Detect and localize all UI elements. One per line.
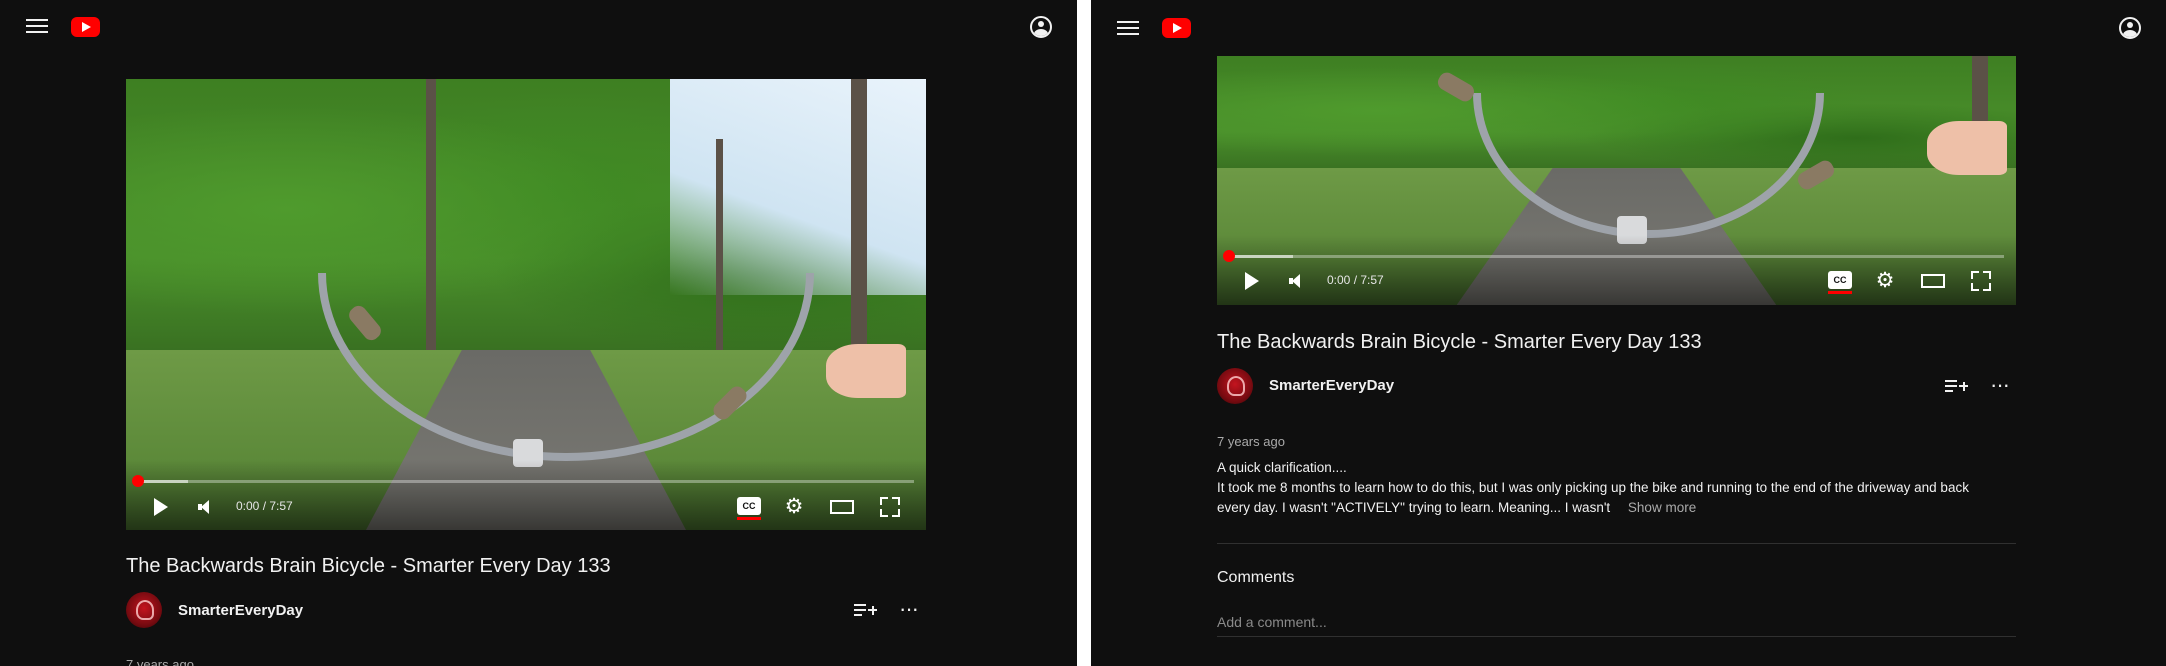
captions-active-indicator: [1828, 291, 1852, 294]
fullscreen-icon[interactable]: [1971, 271, 1991, 291]
hamburger-menu-icon[interactable]: [26, 17, 48, 35]
time-display: 0:00 / 7:57: [1327, 273, 1384, 287]
upload-date: 7 years ago: [126, 657, 194, 666]
video-title: The Backwards Brain Bicycle - Smarter Ev…: [126, 555, 611, 577]
hamburger-menu-icon[interactable]: [1117, 19, 1139, 37]
theater-mode-icon[interactable]: [830, 500, 854, 514]
avatar[interactable]: [126, 592, 162, 628]
gear-icon[interactable]: ⚙: [1875, 270, 1895, 291]
video-player[interactable]: 0:00 / 7:57 CC ⚙: [126, 79, 926, 530]
section-divider: [1217, 543, 2016, 544]
gear-icon[interactable]: ⚙: [784, 496, 804, 517]
buffered-bar: [1229, 255, 1293, 258]
left-window: 0:00 / 7:57 CC ⚙ The Backwards Brain Bic…: [0, 0, 1077, 666]
progress-bar[interactable]: [1229, 255, 2004, 258]
description-text: A quick clarification.... It took me 8 m…: [1217, 460, 1969, 515]
buffered-bar: [138, 480, 188, 483]
save-to-playlist-icon[interactable]: [1945, 378, 1968, 394]
controls-bar: [126, 460, 926, 530]
playhead[interactable]: [132, 475, 144, 487]
video-player[interactable]: 0:00 / 7:57 CC ⚙: [1217, 56, 2016, 305]
description-fade: [1610, 501, 1625, 516]
progress-bar[interactable]: [138, 480, 914, 483]
video-description: A quick clarification.... It took me 8 m…: [1217, 458, 2017, 518]
volume-icon[interactable]: [1289, 273, 1305, 289]
youtube-logo-icon[interactable]: [1162, 18, 1191, 38]
time-display: 0:00 / 7:57: [236, 499, 293, 513]
add-comment-input[interactable]: Add a comment...: [1217, 614, 2016, 637]
closed-captions-icon[interactable]: CC: [737, 497, 761, 515]
theater-mode-icon[interactable]: [1921, 274, 1945, 288]
fullscreen-icon[interactable]: [880, 497, 900, 517]
account-icon[interactable]: [2119, 17, 2141, 39]
volume-icon[interactable]: [198, 499, 214, 515]
closed-captions-icon[interactable]: CC: [1828, 271, 1852, 289]
video-title: The Backwards Brain Bicycle - Smarter Ev…: [1217, 331, 1702, 353]
channel-name[interactable]: SmarterEveryDay: [178, 602, 303, 619]
right-window: 0:00 / 7:57 CC ⚙ The Backwards Brain Bic…: [1091, 0, 2166, 666]
captions-active-indicator: [737, 517, 761, 520]
playhead[interactable]: [1223, 250, 1235, 262]
upload-date: 7 years ago: [1217, 434, 1285, 449]
play-icon[interactable]: [1245, 272, 1259, 290]
account-icon[interactable]: [1030, 16, 1052, 38]
youtube-logo-icon[interactable]: [71, 17, 100, 37]
channel-name[interactable]: SmarterEveryDay: [1269, 377, 1394, 394]
avatar[interactable]: [1217, 368, 1253, 404]
show-more-link[interactable]: Show more: [1628, 500, 1696, 515]
more-actions-icon[interactable]: ···: [1990, 374, 2010, 396]
save-to-playlist-icon[interactable]: [854, 602, 877, 618]
controls-bar: [1217, 235, 2016, 305]
more-actions-icon[interactable]: ···: [899, 598, 919, 620]
play-icon[interactable]: [154, 498, 168, 516]
comments-heading: Comments: [1217, 569, 1295, 586]
